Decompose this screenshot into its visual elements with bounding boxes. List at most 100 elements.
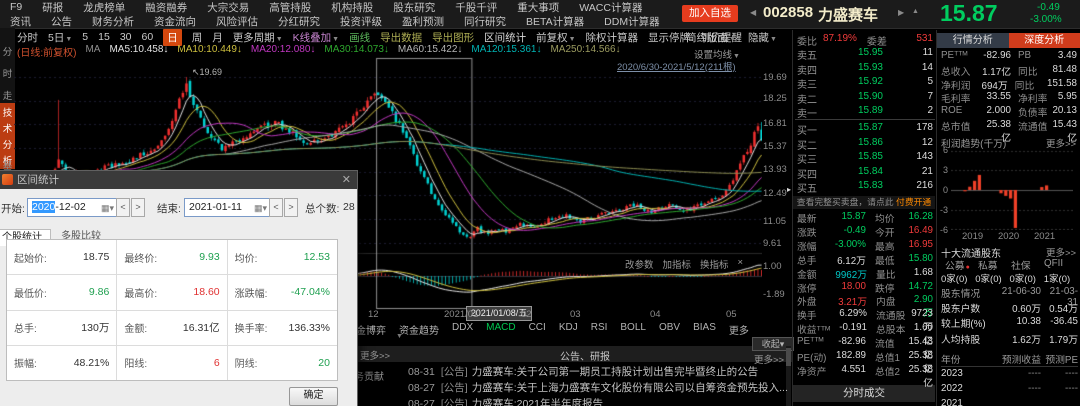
menu-item[interactable]: 高管持股 [269,0,311,15]
tick-trades-header[interactable]: 分时成交 [793,385,935,402]
toolbar-item-月[interactable]: 月 [212,30,223,45]
upsell-link[interactable]: 付费开通 [896,197,931,207]
dialog-cell-value: 20 [257,357,330,369]
indicator-tab-CCI[interactable]: CCI [529,322,546,337]
toolbar-item-分时[interactable]: 分时 [17,30,38,45]
order-book-row[interactable]: 卖一15.892 [797,105,933,119]
menu-item[interactable]: 分红研究 [278,14,320,29]
news-item[interactable]: 08-27[公告]力盛赛车:关于上海力盛赛车文化股份有限公司以自筹资金预先投入.… [408,380,788,393]
order-book-row[interactable]: 卖五15.9511 [797,47,933,61]
tab-shendu-analysis[interactable]: 深度分析 [1009,33,1080,48]
news-item[interactable]: 08-31[公告]力盛赛车:关于公司第一期员工持股计划出售完毕暨终止的公告 [408,364,788,377]
macd-button-改参数[interactable]: 改参数 [625,257,654,271]
toolbar-item-K线叠加[interactable]: K线叠加▼ [293,30,339,45]
toolbar-item-简约版面[interactable]: 简约版面▼ [686,30,736,45]
indicator-tab-资金趋势[interactable]: 资金趋势 [399,322,439,337]
price-axis-label: 19.69 [763,72,793,83]
calendar-icon[interactable]: ▦▾ [101,200,114,217]
toolbar-item-前复权[interactable]: 前复权▼ [536,30,575,45]
toolbar-item-除权计算器[interactable]: 除权计算器 [586,30,639,45]
indicator-tab-MACD[interactable]: MACD [486,322,515,337]
news-more-left[interactable]: 更多>> [360,348,390,362]
menu-item[interactable]: BETA计算器 [526,14,584,29]
menu-item[interactable]: 千股千评 [455,0,497,15]
indicator-tab-DDX[interactable]: DDX [452,322,473,337]
end-date-prev-button[interactable]: < [269,198,283,217]
order-book-row[interactable]: 买五15.83216 [797,180,933,194]
indicator-tab-更多[interactable]: 更多 [729,322,749,337]
menu-item[interactable]: 资讯 [10,14,31,29]
menu-item[interactable]: 龙虎榜单 [83,0,125,15]
start-date-next-button[interactable]: > [131,198,145,217]
order-book-row[interactable]: 买一15.87178 [797,122,933,136]
dialog-close-icon[interactable]: ✕ [342,171,351,189]
toolbar-item-区间统计[interactable]: 区间统计 [484,30,526,45]
order-book-row[interactable]: 买二15.8612 [797,137,933,151]
next-stock-icon[interactable]: ▶ [898,8,904,17]
menu-item[interactable]: 同行研究 [464,14,506,29]
calendar-icon[interactable]: ▦▾ [254,200,267,217]
news-item[interactable]: 08-27[公告]力盛赛车:2021年半年度报告 [408,396,788,406]
dialog-titlebar[interactable]: 区间统计 ✕ [0,171,357,189]
toolbar-item-日[interactable]: 日 [163,29,182,46]
toolbar-item-更多周期[interactable]: 更多周期▼ [233,30,283,45]
menu-item[interactable]: 研报 [42,0,63,15]
menu-item[interactable]: 重大事项 [517,0,559,15]
forecast-cell: ---- [1041,383,1078,396]
order-book-row[interactable]: 卖三15.925 [797,76,933,90]
tab-hangqing-analysis[interactable]: 行情分析 [937,33,1009,48]
menu-item[interactable]: DDM计算器 [604,14,659,29]
prev-stock-icon[interactable]: ◀ [750,8,756,17]
toolbar-item-显示停牌[interactable]: 显示停牌 [648,30,690,45]
add-watchlist-button[interactable]: 加入自选 [682,5,738,22]
menu-item[interactable]: 盈利预测 [402,14,444,29]
start-date-prev-button[interactable]: < [116,198,130,217]
toolbar-item-周[interactable]: 周 [192,30,203,45]
toolbar-item-60[interactable]: 60 [142,31,154,43]
order-book-row[interactable]: 买四15.8421 [797,166,933,180]
macd-button-加指标[interactable]: 加指标 [663,257,692,271]
menu-item[interactable]: 股东研究 [393,0,435,15]
menu-item[interactable]: 投资评级 [340,14,382,29]
toolbar-item-导出图形[interactable]: 导出图形 [432,30,474,45]
menu-item[interactable]: 大宗交易 [207,0,249,15]
top-holders-more[interactable]: 更多>> [1046,245,1076,259]
menu-item[interactable]: 融资融券 [145,0,187,15]
stat-label: 最低 [875,253,909,266]
macd-button-换指标[interactable]: 换指标 [700,257,729,271]
macd-button-×[interactable]: × [738,257,744,271]
end-date-next-button[interactable]: > [284,198,298,217]
menu-item[interactable]: F9 [10,1,22,13]
toolbar-item-5日[interactable]: 5日▼ [48,30,72,45]
order-book-row[interactable]: 卖二15.907 [797,91,933,105]
indicator-tab-BOLL[interactable]: BOLL [620,322,646,337]
ok-button[interactable]: 确定 [289,387,338,406]
menu-item[interactable]: 财务分析 [92,14,134,29]
end-date-input[interactable]: 2021-01-11 ▦▾ [184,198,270,217]
toolbar-item-15[interactable]: 15 [98,31,110,43]
order-book-row[interactable]: 买三15.85143 [797,151,933,165]
toolbar-item-画线[interactable]: 画线 [349,30,370,45]
indicator-tab-RSI[interactable]: RSI [591,322,608,337]
menu-item[interactable]: WACC计算器 [579,0,642,15]
toolbar-item-5[interactable]: 5 [82,31,88,43]
menu-item[interactable]: 机构持股 [331,0,373,15]
order-book-row[interactable]: 卖四15.9314 [797,62,933,76]
toolbar-item-30[interactable]: 30 [120,31,132,43]
menu-item[interactable]: 风险评估 [216,14,258,29]
menu-item[interactable]: 资金流向 [154,14,196,29]
expand-icon[interactable]: ▲ [912,8,919,15]
menu-item[interactable]: 公告 [51,14,72,29]
indicator-tab-BIAS[interactable]: BIAS [693,322,716,337]
orderbook-upsell[interactable]: 查看完整买卖盘，请点此 付费开通 [793,196,935,209]
indicator-caret-icon[interactable]: ▼ [396,333,403,340]
start-date-input[interactable]: 2020-12-02 ▦▾ [27,198,117,217]
holder-cell: 1.79万 [1041,332,1078,345]
indicator-tab-OBV[interactable]: OBV [659,322,680,337]
toolbar-item-隐藏[interactable]: 隐藏▼ [748,30,777,45]
visible-range-label[interactable]: 2020/6/30-2021/5/12(211根) [617,59,736,73]
toolbar-item-导出数据[interactable]: 导出数据 [380,30,422,45]
indicator-tab-KDJ[interactable]: KDJ [559,322,578,337]
book-price: 15.87 [827,122,883,136]
news-header-title[interactable]: 公告、研报 [560,348,610,363]
